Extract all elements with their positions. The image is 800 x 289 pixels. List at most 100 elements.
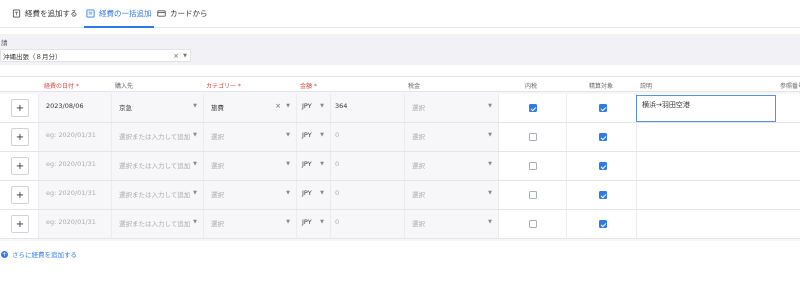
category-select[interactable]: 選択 ▼ bbox=[203, 181, 296, 209]
vendor-select[interactable]: 選択または入力して追加 ▼ bbox=[111, 210, 203, 238]
reimbursable-checkbox[interactable] bbox=[599, 133, 607, 141]
currency-select[interactable]: JPY ▼ bbox=[296, 210, 330, 238]
tax-included-checkbox[interactable] bbox=[529, 191, 537, 199]
column-header-description: 説明 bbox=[640, 83, 653, 90]
table-row: + eg: 2020/01/31 選択または入力して追加 ▼ 選択 ▼ JPY ▼ 0… bbox=[0, 210, 800, 239]
bulk-list-icon bbox=[86, 9, 95, 18]
report-value: 沖縄出張（８月分） bbox=[3, 52, 62, 61]
reimbursable-checkbox[interactable] bbox=[599, 162, 607, 170]
expand-row-button[interactable]: + bbox=[11, 128, 29, 146]
column-header-reference: 参照番号 bbox=[780, 83, 800, 90]
date-input[interactable]: eg: 2020/01/31 bbox=[38, 152, 111, 180]
currency-select[interactable]: JPY ▼ bbox=[296, 94, 330, 122]
category-select[interactable]: 選択 ▼ bbox=[203, 123, 296, 151]
column-header-category: カテゴリー bbox=[206, 81, 241, 90]
add-more-label: さらに経費を追加する bbox=[12, 251, 77, 259]
clear-icon[interactable]: × bbox=[275, 102, 281, 110]
reimbursable-checkbox[interactable] bbox=[599, 191, 607, 199]
add-more-expenses-link[interactable]: + さらに経費を追加する bbox=[1, 249, 77, 259]
column-header-date: 経費の日付 bbox=[44, 81, 79, 90]
expand-row-button[interactable]: + bbox=[11, 157, 29, 175]
chevron-down-icon: ▼ bbox=[193, 219, 197, 225]
chevron-down-icon: ▼ bbox=[488, 190, 492, 196]
chevron-down-icon: ▼ bbox=[193, 132, 197, 138]
tax-included-checkbox[interactable] bbox=[529, 104, 537, 112]
reimbursable-checkbox[interactable] bbox=[599, 220, 607, 228]
chevron-down-icon: ▼ bbox=[320, 190, 324, 196]
tab-label: 経費を追加する bbox=[25, 9, 78, 18]
tab-from-card[interactable]: カードから bbox=[157, 0, 208, 27]
table-row: + eg: 2020/01/31 選択または入力して追加 ▼ 選択 ▼ JPY ▼ 0… bbox=[0, 152, 800, 181]
vendor-select[interactable]: 選択または入力して追加 ▼ bbox=[111, 152, 203, 180]
table-row: + eg: 2020/01/31 選択または入力して追加 ▼ 選択 ▼ JPY ▼ 0… bbox=[0, 123, 800, 152]
chevron-down-icon: ▼ bbox=[193, 161, 197, 167]
tab-bulk-add[interactable]: 経費の一括追加 bbox=[84, 0, 153, 28]
chevron-down-icon: ▼ bbox=[286, 103, 290, 109]
chevron-down-icon: ▼ bbox=[488, 219, 492, 225]
report-select[interactable]: 沖縄出張（８月分） × ▼ bbox=[0, 49, 191, 62]
column-header-reimbursable: 精算対象 bbox=[589, 83, 614, 90]
amount-input[interactable]: 364 bbox=[330, 94, 404, 122]
chevron-down-icon: ▼ bbox=[320, 132, 324, 138]
date-input[interactable]: eg: 2020/01/31 bbox=[38, 210, 111, 238]
column-header-tax-included: 内税 bbox=[525, 83, 538, 90]
table-header: 経費の日付 購入先 カテゴリー 金額 税金 内税 精算対象 説明 参照番号 bbox=[0, 76, 800, 92]
tab-bar: 経費を追加する 経費の一括追加 カードから bbox=[0, 0, 800, 28]
expand-row-button[interactable]: + bbox=[11, 186, 29, 204]
plus-circle-icon: + bbox=[1, 250, 8, 258]
date-input[interactable]: 2023/08/06 bbox=[38, 94, 111, 122]
amount-input[interactable]: 0 bbox=[330, 181, 404, 209]
tax-select[interactable]: 選択 ▼ bbox=[404, 210, 498, 238]
table-row: + eg: 2020/01/31 選択または入力して追加 ▼ 選択 ▼ JPY ▼ 0… bbox=[0, 181, 800, 210]
description-input[interactable]: 横浜→羽田空港 bbox=[636, 95, 776, 122]
chevron-down-icon: ▼ bbox=[320, 219, 324, 225]
chevron-down-icon: ▼ bbox=[286, 190, 290, 196]
description-input[interactable] bbox=[636, 181, 800, 209]
date-input[interactable]: eg: 2020/01/31 bbox=[38, 123, 111, 151]
tab-label: 経費の一括追加 bbox=[99, 9, 152, 18]
reimbursable-checkbox[interactable] bbox=[599, 104, 607, 112]
expand-row-button[interactable]: + bbox=[11, 215, 29, 233]
tax-select[interactable]: 選択 ▼ bbox=[404, 94, 498, 122]
expense-grid: 経費の日付 購入先 カテゴリー 金額 税金 内税 精算対象 説明 参照番号 + … bbox=[0, 76, 800, 241]
tax-select[interactable]: 選択 ▼ bbox=[404, 123, 498, 151]
vendor-select[interactable]: 選択または入力して追加 ▼ bbox=[111, 181, 203, 209]
chevron-down-icon[interactable]: ▼ bbox=[183, 53, 187, 59]
vendor-select[interactable]: 選択または入力して追加 ▼ bbox=[111, 123, 203, 151]
tax-included-checkbox[interactable] bbox=[529, 220, 537, 228]
column-header-amount: 金額 bbox=[300, 81, 317, 90]
currency-select[interactable]: JPY ▼ bbox=[296, 181, 330, 209]
chevron-down-icon: ▼ bbox=[193, 190, 197, 196]
date-input[interactable]: eg: 2020/01/31 bbox=[38, 181, 111, 209]
amount-input[interactable]: 0 bbox=[330, 152, 404, 180]
chevron-down-icon: ▼ bbox=[320, 161, 324, 167]
category-select[interactable]: 選択 ▼ bbox=[203, 152, 296, 180]
expand-row-button[interactable]: + bbox=[11, 99, 29, 117]
description-input[interactable] bbox=[636, 123, 800, 151]
tab-label: カードから bbox=[170, 9, 208, 18]
chevron-down-icon: ▼ bbox=[286, 132, 290, 138]
tax-select[interactable]: 選択 ▼ bbox=[404, 152, 498, 180]
report-label: 請 bbox=[1, 39, 8, 47]
credit-card-icon bbox=[157, 10, 166, 17]
amount-input[interactable]: 0 bbox=[330, 210, 404, 238]
chevron-down-icon: ▼ bbox=[488, 103, 492, 109]
column-header-vendor: 購入先 bbox=[115, 83, 134, 90]
chevron-down-icon: ▼ bbox=[286, 219, 290, 225]
tax-included-checkbox[interactable] bbox=[529, 133, 537, 141]
column-header-tax: 税金 bbox=[408, 83, 421, 90]
currency-select[interactable]: JPY ▼ bbox=[296, 123, 330, 151]
amount-input[interactable]: 0 bbox=[330, 123, 404, 151]
description-input[interactable] bbox=[636, 210, 800, 238]
description-input[interactable] bbox=[636, 152, 800, 180]
chevron-down-icon: ▼ bbox=[193, 103, 197, 109]
tax-select[interactable]: 選択 ▼ bbox=[404, 181, 498, 209]
vendor-select[interactable]: 京急 ▼ bbox=[111, 94, 203, 122]
clear-icon[interactable]: × bbox=[173, 52, 179, 60]
tab-add-expense[interactable]: 経費を追加する bbox=[12, 0, 78, 27]
currency-select[interactable]: JPY ▼ bbox=[296, 152, 330, 180]
category-select[interactable]: 選択 ▼ bbox=[203, 210, 296, 238]
chevron-down-icon: ▼ bbox=[320, 103, 324, 109]
category-select[interactable]: 旅費 × ▼ bbox=[203, 94, 296, 122]
tax-included-checkbox[interactable] bbox=[529, 162, 537, 170]
